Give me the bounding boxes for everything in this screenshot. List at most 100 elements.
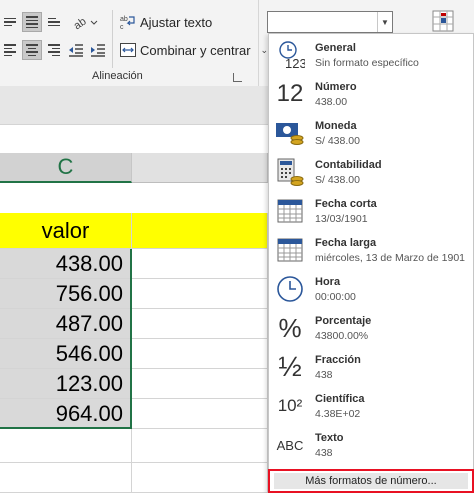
format-sample: S/ 438.00	[315, 174, 360, 186]
chevron-down-icon[interactable]: ▼	[377, 12, 392, 32]
decrease-indent-button[interactable]	[66, 40, 86, 60]
decrease-indent-icon	[69, 44, 83, 57]
format-name: Contabilidad	[315, 159, 382, 171]
align-bottom-button[interactable]	[44, 12, 64, 32]
format-name: Fecha larga	[315, 237, 377, 249]
value-cell[interactable]: 487.00	[0, 309, 132, 339]
increase-indent-icon	[91, 44, 105, 57]
format-name: Moneda	[315, 120, 357, 132]
align-right-button[interactable]	[44, 40, 64, 60]
fraction-icon: ½	[275, 351, 305, 382]
scientific-text: 10²	[277, 396, 303, 415]
empty-cell[interactable]	[132, 249, 268, 279]
format-name: General	[315, 42, 356, 54]
format-item-accounting[interactable]: Contabilidad S/ 438.00	[269, 153, 473, 192]
format-name: Número	[315, 81, 357, 93]
format-sample: 438	[315, 369, 333, 381]
format-name: Texto	[315, 432, 344, 444]
ribbon-separator	[112, 10, 113, 68]
more-number-formats-label: Más formatos de número...	[274, 473, 468, 489]
svg-text:c: c	[120, 24, 124, 30]
empty-cell[interactable]	[0, 463, 132, 493]
align-top-button[interactable]	[0, 12, 20, 32]
clock-123-icon: 123	[275, 40, 305, 70]
text-abc-icon: ABC	[275, 430, 305, 460]
merge-center-label: Combinar y centrar	[140, 42, 251, 58]
value-cell[interactable]: 964.00	[0, 399, 132, 429]
empty-cell[interactable]	[132, 463, 268, 493]
number-123-text: 123	[285, 56, 305, 70]
format-item-percentage[interactable]: % Porcentaje 43800.00%	[269, 309, 473, 348]
align-center-button[interactable]	[22, 40, 42, 60]
percent-icon: %	[275, 313, 305, 343]
format-sample: miércoles, 13 de Marzo de 1901	[315, 252, 465, 264]
format-sample: 13/03/1901	[315, 213, 368, 225]
orientation-button[interactable]: ab	[70, 12, 100, 32]
calendar-icon	[275, 235, 305, 265]
empty-cell[interactable]	[132, 309, 268, 339]
format-item-short-date[interactable]: Fecha corta 13/03/1901	[269, 192, 473, 231]
format-sample: 4.38E+02	[315, 408, 361, 420]
wrap-text-label: Ajustar texto	[140, 14, 213, 30]
merge-center-icon	[120, 43, 136, 57]
more-number-formats-button[interactable]: Más formatos de número...	[268, 469, 474, 493]
value-cell[interactable]: 546.00	[0, 339, 132, 369]
value-cell[interactable]: 123.00	[0, 369, 132, 399]
format-name: Científica	[315, 393, 365, 405]
format-item-time[interactable]: Hora 00:00:00	[269, 270, 473, 309]
format-sample: 00:00:00	[315, 291, 356, 303]
format-item-text[interactable]: ABC Texto 438	[269, 426, 473, 465]
header-cell-valor[interactable]: valor	[0, 213, 132, 249]
accounting-icon	[275, 157, 305, 187]
align-left-button[interactable]	[0, 40, 20, 60]
number-12-icon: 12	[275, 79, 305, 109]
number-12-text: 12	[276, 80, 304, 107]
wrap-text-button[interactable]: ab c Ajustar texto	[120, 12, 212, 32]
format-item-currency[interactable]: Moneda S/ 438.00	[269, 114, 473, 153]
format-item-scientific[interactable]: 10² Científica 4.38E+02	[269, 387, 473, 426]
empty-cell[interactable]	[0, 429, 132, 463]
clock-icon	[275, 274, 305, 304]
format-item-number[interactable]: 12 Número 438.00	[269, 75, 473, 114]
increase-indent-button[interactable]	[88, 40, 108, 60]
empty-cell[interactable]	[132, 369, 268, 399]
empty-cell[interactable]	[132, 429, 268, 463]
svg-text:ab: ab	[120, 16, 128, 23]
empty-cell[interactable]	[132, 399, 268, 429]
format-name: Porcentaje	[315, 315, 372, 327]
fraction-text: ½	[278, 351, 302, 382]
format-sample: 438	[315, 447, 333, 459]
format-name: Hora	[315, 276, 341, 288]
chevron-down-icon[interactable]: ⌄	[261, 45, 269, 56]
format-sample: Sin formato específico	[315, 57, 419, 69]
align-middle-button[interactable]	[22, 12, 42, 32]
merge-center-button[interactable]: Combinar y centrar ⌄	[120, 40, 268, 60]
format-item-long-date[interactable]: Fecha larga miércoles, 13 de Marzo de 19…	[269, 231, 473, 270]
format-sample: 43800.00%	[315, 330, 369, 342]
dialog-launcher-icon[interactable]	[233, 73, 242, 82]
column-header-d[interactable]	[132, 153, 268, 183]
number-format-menu: 123 General Sin formato específico 12 Nú…	[268, 33, 474, 493]
scientific-icon: 10²	[275, 391, 305, 421]
value-cell[interactable]: 756.00	[0, 279, 132, 309]
format-name: Fecha corta	[315, 198, 377, 210]
number-format-combo[interactable]: ▼	[267, 11, 393, 33]
ribbon-group-divider	[258, 0, 259, 86]
format-item-fraction[interactable]: ½ Fracción 438	[269, 348, 473, 387]
conditional-format-icon[interactable]	[432, 10, 454, 32]
abc-text: ABC	[276, 437, 304, 453]
empty-cell[interactable]	[132, 279, 268, 309]
percent-text: %	[278, 312, 302, 343]
header-cell-empty[interactable]	[132, 213, 268, 249]
format-item-general[interactable]: 123 General Sin formato específico	[269, 36, 473, 75]
format-sample: 438.00	[315, 96, 348, 108]
empty-cell[interactable]	[132, 339, 268, 369]
calendar-icon	[275, 196, 305, 226]
value-cell[interactable]: 438.00	[0, 249, 132, 279]
svg-text:ab: ab	[72, 16, 89, 30]
format-sample: S/ 438.00	[315, 135, 360, 147]
alignment-group-label: Alineación	[92, 70, 143, 82]
format-name: Fracción	[315, 354, 361, 366]
currency-icon	[275, 118, 305, 148]
column-header-c[interactable]: C	[0, 153, 132, 183]
